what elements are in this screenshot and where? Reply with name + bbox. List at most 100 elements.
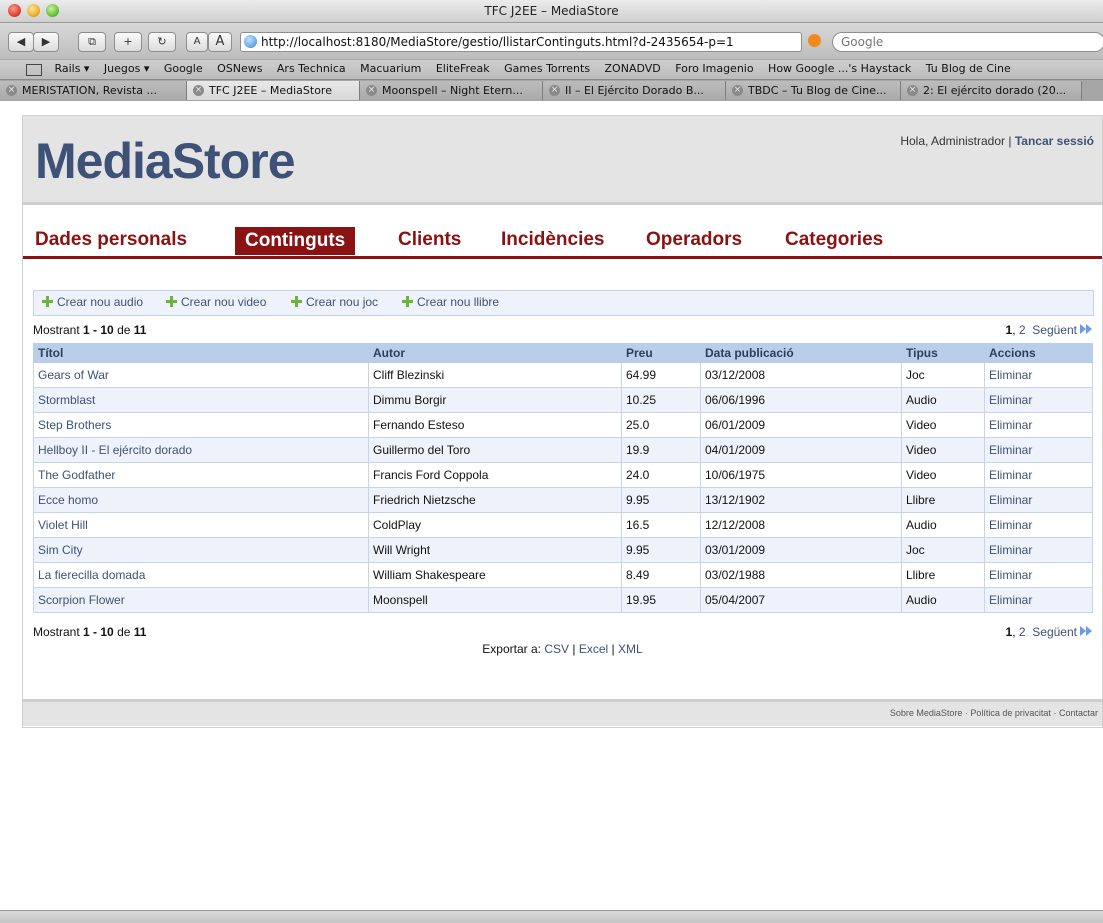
col-date[interactable]: Data publicació xyxy=(700,343,902,363)
tab-categories[interactable]: Categories xyxy=(785,229,883,251)
pager-page-2-link[interactable]: 2 xyxy=(1019,625,1026,639)
create-video-link[interactable]: Crear nou video xyxy=(166,295,266,309)
export-csv-link[interactable]: CSV xyxy=(544,642,569,656)
bookmark-item[interactable]: Rails ▾ xyxy=(54,60,89,78)
footer-about-link[interactable]: Sobre MediaStore xyxy=(890,708,963,718)
bookmark-item[interactable]: ZONADVD xyxy=(605,60,661,78)
bookmarks-book-icon[interactable] xyxy=(26,64,42,76)
delete-link[interactable]: Eliminar xyxy=(989,593,1032,607)
col-price[interactable]: Preu xyxy=(621,343,701,363)
bookmark-item[interactable]: Macuarium xyxy=(360,60,421,78)
cell-price: 25.0 xyxy=(621,412,701,438)
site-header: MediaStore Hola, Administrador | Tancar … xyxy=(23,116,1102,205)
next-page-icon[interactable] xyxy=(1080,626,1092,637)
close-tab-icon[interactable]: × xyxy=(549,85,560,96)
logout-link[interactable]: Tancar sessió xyxy=(1015,134,1094,148)
title-link[interactable]: Hellboy II - El ejército dorado xyxy=(38,443,192,457)
browser-tab-label: TFC J2EE – MediaStore xyxy=(209,84,332,97)
pager-page-2-link[interactable]: 2 xyxy=(1019,323,1026,337)
pager-next-link[interactable]: Següent xyxy=(1032,323,1077,337)
smaller-text-button[interactable]: A xyxy=(186,32,208,52)
delete-link[interactable]: Eliminar xyxy=(989,368,1032,382)
cell-title: Stormblast xyxy=(33,387,369,413)
tab-continguts[interactable]: Continguts xyxy=(235,227,356,255)
title-link[interactable]: Sim City xyxy=(38,543,83,557)
delete-link[interactable]: Eliminar xyxy=(989,543,1032,557)
bookmark-item[interactable]: Games Torrents xyxy=(504,60,590,78)
title-link[interactable]: Step Brothers xyxy=(38,418,111,432)
browser-tab[interactable]: × MERISTATION, Revista ... xyxy=(0,81,187,100)
bookmark-item[interactable]: Ars Technica xyxy=(277,60,346,78)
summary-prefix: Mostrant xyxy=(33,323,80,337)
browser-tab-active[interactable]: × TFC J2EE – MediaStore xyxy=(187,81,360,100)
table-row: Step Brothers Fernando Esteso 25.0 06/01… xyxy=(33,412,1093,438)
bookmark-item[interactable]: Tu Blog de Cine xyxy=(926,60,1011,78)
browser-tab[interactable]: × II – El Ejército Dorado B... xyxy=(543,81,726,100)
col-type[interactable]: Tipus xyxy=(901,343,985,363)
address-text[interactable]: http://localhost:8180/MediaStore/gestio/… xyxy=(261,35,734,49)
bookmark-item[interactable]: Juegos ▾ xyxy=(104,60,149,78)
title-link[interactable]: Scorpion Flower xyxy=(38,593,125,607)
title-link[interactable]: Ecce homo xyxy=(38,493,98,507)
tab-incidencies[interactable]: Incidències xyxy=(501,229,605,251)
footer-privacy-link[interactable]: Política de privacitat xyxy=(970,708,1051,718)
site-logo[interactable]: MediaStore xyxy=(35,132,296,190)
col-title[interactable]: Títol xyxy=(33,343,369,363)
bookmark-item[interactable]: OSNews xyxy=(217,60,262,78)
close-tab-icon[interactable]: × xyxy=(6,85,17,96)
col-author[interactable]: Autor xyxy=(368,343,622,363)
rss-icon[interactable] xyxy=(808,34,821,47)
title-link[interactable]: La fierecilla domada xyxy=(38,568,145,582)
search-input[interactable]: Google xyxy=(832,32,1103,52)
bookmark-item[interactable]: How Google ...'s Haystack xyxy=(768,60,911,78)
cell-type: Video xyxy=(901,462,985,488)
delete-link[interactable]: Eliminar xyxy=(989,518,1032,532)
title-link[interactable]: The Godfather xyxy=(38,468,115,482)
snapback-button[interactable]: ⧉ xyxy=(78,32,106,52)
bookmark-item[interactable]: Foro Imagenio xyxy=(675,60,753,78)
create-book-link[interactable]: Crear nou llibre xyxy=(402,295,499,309)
browser-tab[interactable]: × Moonspell – Night Etern... xyxy=(360,81,543,100)
pager-next-link[interactable]: Següent xyxy=(1032,625,1077,639)
title-link[interactable]: Violet Hill xyxy=(38,518,88,532)
close-tab-icon[interactable]: × xyxy=(907,85,918,96)
delete-link[interactable]: Eliminar xyxy=(989,568,1032,582)
main-nav: Dades personals Continguts Clients Incid… xyxy=(23,227,1102,259)
create-audio-link[interactable]: Crear nou audio xyxy=(42,295,143,309)
bookmark-item[interactable]: EliteFreak xyxy=(436,60,490,78)
forward-button[interactable]: ▶ xyxy=(33,32,59,52)
export-excel-link[interactable]: Excel xyxy=(579,642,608,656)
delete-link[interactable]: Eliminar xyxy=(989,393,1032,407)
title-link[interactable]: Stormblast xyxy=(38,393,95,407)
create-game-link[interactable]: Crear nou joc xyxy=(291,295,378,309)
browser-tab[interactable]: × 2: El ejército dorado (20... xyxy=(901,81,1082,100)
cell-author: ColdPlay xyxy=(368,512,622,538)
reload-button[interactable]: ↻ xyxy=(148,32,176,52)
cell-price: 19.95 xyxy=(621,587,701,613)
delete-link[interactable]: Eliminar xyxy=(989,443,1032,457)
close-tab-icon[interactable]: × xyxy=(193,85,204,96)
browser-tab-label: MERISTATION, Revista ... xyxy=(22,84,157,97)
table-row: Sim City Will Wright 9.95 03/01/2009 Joc… xyxy=(33,537,1093,563)
browser-toolbar: ◀ ▶ ⧉ + ↻ A A http://localhost:8180/Medi… xyxy=(0,23,1103,59)
back-button[interactable]: ◀ xyxy=(8,32,34,52)
close-tab-icon[interactable]: × xyxy=(732,85,743,96)
next-page-icon[interactable] xyxy=(1080,324,1092,335)
larger-text-button[interactable]: A xyxy=(208,32,232,52)
delete-link[interactable]: Eliminar xyxy=(989,418,1032,432)
close-tab-icon[interactable]: × xyxy=(366,85,377,96)
bookmark-item[interactable]: Google xyxy=(164,60,203,78)
tab-dades-personals[interactable]: Dades personals xyxy=(35,229,187,251)
table-header-row: Títol Autor Preu Data publicació Tipus A… xyxy=(33,343,1093,363)
footer-contact-link[interactable]: Contactar xyxy=(1059,708,1098,718)
browser-tab[interactable]: × TBDC – Tu Blog de Cine... xyxy=(726,81,901,100)
delete-link[interactable]: Eliminar xyxy=(989,468,1032,482)
tab-clients[interactable]: Clients xyxy=(398,229,461,251)
title-link[interactable]: Gears of War xyxy=(38,368,109,382)
add-bookmark-button[interactable]: + xyxy=(114,32,142,52)
export-xml-link[interactable]: XML xyxy=(618,642,643,656)
export-bar: Exportar a: CSV | Excel | XML xyxy=(23,642,1102,656)
delete-link[interactable]: Eliminar xyxy=(989,493,1032,507)
tab-operadors[interactable]: Operadors xyxy=(646,229,742,251)
address-bar[interactable]: http://localhost:8180/MediaStore/gestio/… xyxy=(240,32,802,52)
